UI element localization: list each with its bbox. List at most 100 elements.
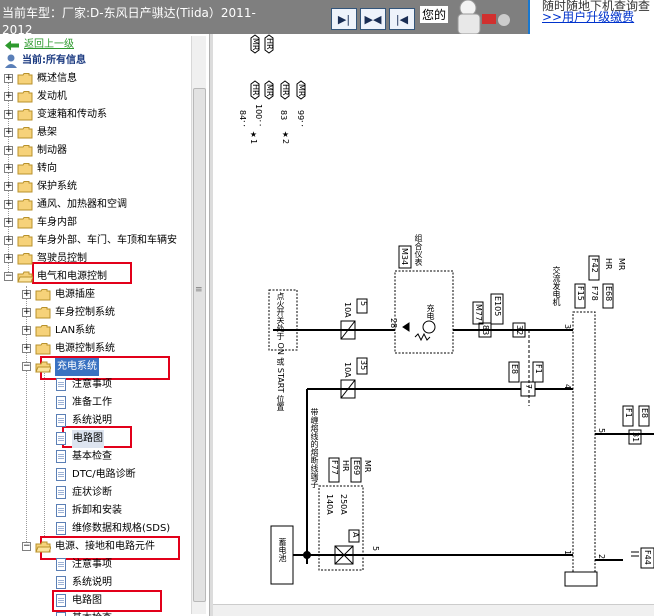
highlight-circuit-diagram-2 [52, 590, 162, 612]
fuse-140a: 140A [325, 494, 334, 515]
power-group-label: 电源、接地和电路元件 [55, 541, 155, 552]
folder-icon [35, 541, 51, 553]
right-code-f1: F1 [624, 408, 633, 418]
document-icon [56, 414, 66, 427]
folder-icon [17, 199, 33, 211]
expand-icon[interactable]: + [4, 236, 13, 245]
tree-item-10-label: 驾驶员控制 [37, 253, 87, 264]
expand-icon[interactable]: + [22, 344, 31, 353]
document-icon [56, 558, 66, 571]
document-icon [56, 468, 66, 481]
expand-icon[interactable]: + [22, 308, 31, 317]
nav-toggle-icon: ▶◀ [364, 12, 382, 26]
nav-last-button[interactable]: ▶| [331, 8, 357, 30]
charging-item-7-label: 拆卸和安装 [72, 505, 122, 516]
tree-line [44, 366, 45, 536]
fusible-code-hr: HR [341, 460, 350, 472]
nav-last-icon: ▶| [337, 12, 351, 26]
alt-code-e68: E68 [604, 286, 613, 302]
tree-item-3-label: 悬架 [37, 127, 57, 138]
upgrade-payment-link[interactable]: >>用户升级缴费 [542, 8, 634, 25]
pin-5-fusible: 5 [371, 546, 380, 552]
collapse-icon[interactable]: − [4, 272, 13, 281]
charging-item-4-label: 基本检查 [72, 451, 112, 462]
pin-5: 5 [597, 428, 606, 434]
tree-item-2-label: 变速箱和传动系 [37, 109, 107, 120]
nav-first-button[interactable]: |◀ [389, 8, 415, 30]
year-row-1-code: MR [265, 84, 274, 97]
promo-banner[interactable]: 随时随地下机查询查 >>用户升级缴费 [528, 0, 654, 34]
folder-icon [35, 343, 51, 355]
expand-icon[interactable]: + [22, 290, 31, 299]
folder-icon [17, 127, 33, 139]
folder-icon [17, 163, 33, 175]
pin-83: 83 [481, 325, 490, 336]
folder-icon [17, 181, 33, 193]
charging-item-5-label: DTC/电路诊断 [72, 469, 136, 480]
electrical-item-3-label: 电源控制系统 [55, 343, 115, 354]
document-icon [56, 576, 66, 589]
document-icon [56, 594, 66, 607]
pin-2: 2 [597, 554, 606, 560]
folder-icon [17, 73, 33, 85]
expand-icon[interactable]: + [4, 128, 13, 137]
electrical-item-2-label: LAN系统 [55, 325, 96, 336]
nav-toggle-button[interactable]: ▶◀ [360, 8, 386, 30]
battery-label: 蓄电池 [278, 538, 287, 562]
fusible-code-e69: E69 [352, 460, 361, 476]
connector-m77-label: M77 [474, 304, 483, 322]
electrical-item-0-label: 电源插座 [55, 289, 95, 300]
wiring-diagram: MR HR 84： HR 100： MR 83 HR 99： MR ★1 ★2 … [213, 34, 654, 616]
fuse-35-number: 35 [359, 360, 368, 371]
fuse-10a-label: 10A [343, 302, 352, 318]
pin-31: 31 [631, 432, 640, 443]
charging-item-3-label: 电路图 [72, 430, 104, 448]
scroll-grip-icon: ≡ [195, 285, 203, 295]
document-icon [56, 612, 66, 616]
tree-item-8-label: 车身内部 [37, 217, 77, 228]
folder-icon [17, 253, 33, 265]
connector-e8-label: E8 [510, 364, 519, 375]
tree-item-4-label: 制动器 [37, 145, 67, 156]
expand-icon[interactable]: + [4, 146, 13, 155]
pin-32: 32 [515, 325, 524, 336]
alternator-label: 交流发电机 [552, 266, 561, 306]
expand-icon[interactable]: + [4, 110, 13, 119]
alt-code-f15: F15 [576, 286, 585, 301]
expand-icon[interactable]: + [4, 164, 13, 173]
expand-icon[interactable]: + [4, 182, 13, 191]
fuse-a-label: A [351, 532, 360, 538]
expand-icon[interactable]: + [22, 326, 31, 335]
collapse-icon[interactable]: − [22, 362, 31, 371]
power-item-0-label: 注意事项 [72, 559, 112, 570]
tree-item-0-label: 概述信息 [37, 73, 77, 84]
fuse-250a: 250A [339, 494, 348, 515]
year-row-2: 83 [279, 110, 288, 121]
expand-icon[interactable]: + [4, 92, 13, 101]
top-code-1: MR [251, 38, 260, 51]
diagram-horizontal-scrollbar[interactable] [213, 604, 654, 616]
folder-icon [17, 235, 33, 247]
expand-icon[interactable]: + [4, 254, 13, 263]
top-code-2: HR [265, 38, 274, 50]
collapse-icon[interactable]: − [22, 542, 31, 551]
alt-code-f42: F42 [590, 258, 599, 273]
folder-icon [17, 91, 33, 103]
alternator-box [572, 311, 596, 573]
expand-icon[interactable]: + [4, 218, 13, 227]
charge-lamp [422, 320, 436, 334]
charging-item-8-label: 维修数据和规格(SDS) [72, 523, 171, 534]
tree-scroll-thumb[interactable] [193, 88, 206, 602]
tree-scrollbar[interactable]: ≡ [191, 36, 206, 614]
tree-item-7-label: 通风、加热器和空调 [37, 199, 127, 210]
tree-item-11-label: 电气和电源控制 [37, 271, 107, 282]
right-code-e8: E8 [640, 408, 649, 419]
back-arrow-icon [5, 40, 19, 51]
expand-icon[interactable]: + [4, 200, 13, 209]
note-mark-1: ★1 [249, 130, 258, 145]
year-row-2-code: HR [281, 84, 290, 96]
charging-item-1-label: 准备工作 [72, 397, 112, 408]
expand-icon[interactable]: + [4, 74, 13, 83]
car-model-label: 当前车型：厂家:D-东风日产骐达(Tiida）2011- 2012 [2, 6, 292, 37]
user-icon [5, 54, 17, 68]
